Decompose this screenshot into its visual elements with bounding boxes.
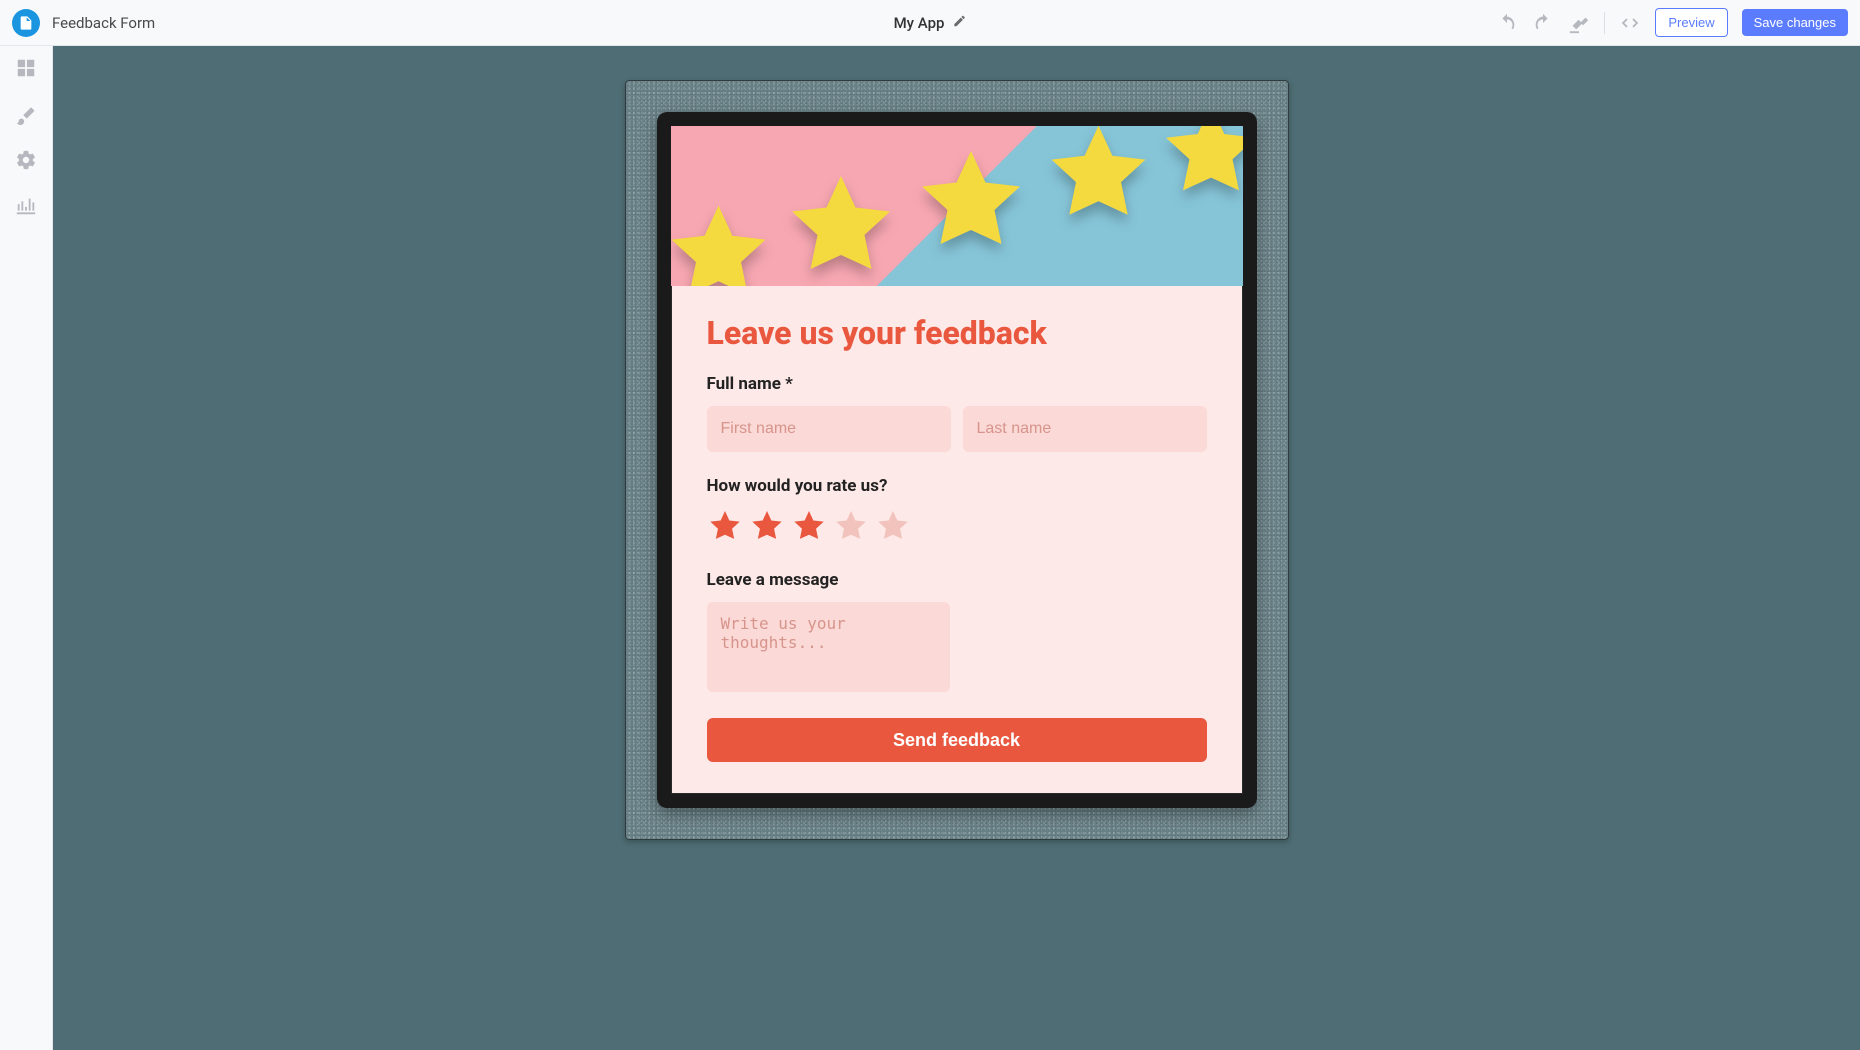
rating-star-5[interactable] [875,508,911,544]
save-changes-button[interactable]: Save changes [1742,9,1848,36]
hero-star-icon [671,196,776,286]
device-frame: Leave us your feedback Full name * How w… [625,80,1289,840]
redo-icon[interactable] [1532,12,1554,34]
rating-stars [707,508,1207,544]
left-sidebar [0,46,53,1050]
gear-icon[interactable] [14,148,38,172]
brush-icon[interactable] [14,102,38,126]
pencil-icon[interactable] [952,14,966,32]
form-title: Leave us your feedback [707,314,1207,352]
gavel-icon[interactable] [1568,12,1590,34]
grid-icon[interactable] [14,56,38,80]
message-input[interactable] [707,602,950,692]
top-bar: Feedback Form My App Preview Save change… [0,0,1860,46]
hero-star-icon [1041,126,1156,235]
message-label: Leave a message [707,570,1207,590]
canvas: Leave us your feedback Full name * How w… [53,46,1860,1050]
firstname-input[interactable] [707,406,951,452]
rating-star-3[interactable] [791,508,827,544]
rate-label: How would you rate us? [707,476,1207,496]
lastname-input[interactable] [963,406,1207,452]
chart-icon[interactable] [14,194,38,218]
send-feedback-button[interactable]: Send feedback [707,718,1207,762]
hero-image [671,126,1243,286]
hero-star-icon [781,166,901,286]
feedback-form: Leave us your feedback Full name * How w… [671,286,1243,794]
fullname-label: Full name * [707,374,1207,394]
app-logo[interactable] [12,9,40,37]
hero-star-icon [911,141,1031,265]
rating-star-4[interactable] [833,508,869,544]
preview-button[interactable]: Preview [1655,8,1727,37]
code-icon[interactable] [1619,12,1641,34]
app-name-group[interactable]: My App [894,14,967,32]
hero-star-icon [1156,126,1243,210]
rating-star-1[interactable] [707,508,743,544]
document-title: Feedback Form [52,14,155,32]
app-name: My App [894,14,945,32]
separator [1604,12,1605,34]
undo-icon[interactable] [1496,12,1518,34]
device-screen: Leave us your feedback Full name * How w… [657,112,1257,808]
rating-star-2[interactable] [749,508,785,544]
